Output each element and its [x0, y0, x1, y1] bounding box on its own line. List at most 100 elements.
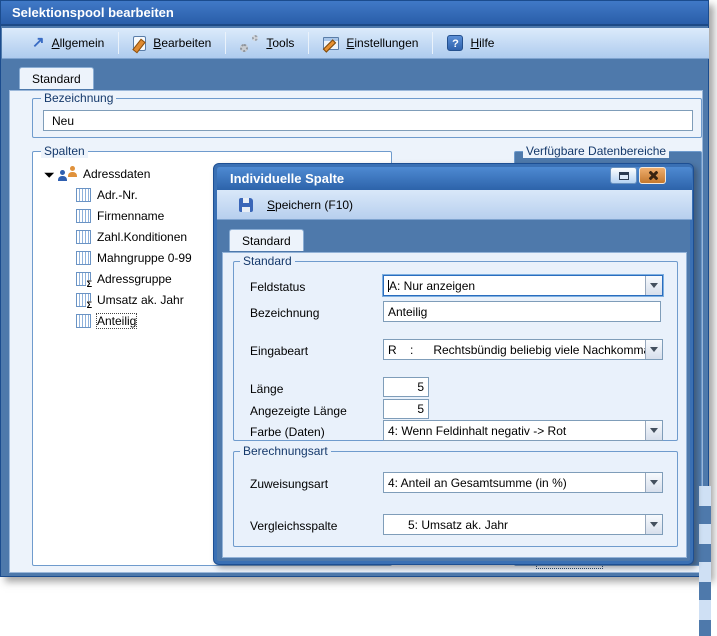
- triangle-expanded-icon[interactable]: [44, 168, 54, 178]
- zuweisungsart-combobox[interactable]: 4: Anteil an Gesamtsumme (in %): [383, 472, 663, 493]
- angezeigte-laenge-label: Angezeigte Länge: [250, 404, 347, 418]
- chevron-down-icon[interactable]: [645, 340, 662, 359]
- table-column-icon: [76, 314, 91, 328]
- table-column-icon: [76, 188, 91, 202]
- chevron-down-icon[interactable]: [645, 473, 662, 492]
- bezeichnung-field-value: Anteilig: [384, 305, 660, 319]
- chevron-down-icon[interactable]: [645, 515, 662, 534]
- tree-item-label: Adr.-Nr.: [97, 188, 138, 202]
- toolbar-separator: [432, 32, 433, 54]
- tree-item-label: Zahl.Konditionen: [97, 230, 187, 244]
- tree-item-label: Adressdaten: [83, 167, 150, 181]
- vergleichsspalte-label: Vergleichsspalte: [250, 519, 337, 533]
- tree-item-umsatz[interactable]: Umsatz ak. Jahr: [76, 290, 184, 309]
- save-button[interactable]: Speichern (F10): [233, 196, 359, 214]
- farbe-value: 4: Wenn Feldinhalt negativ -> Rot: [384, 424, 645, 438]
- scrollbar-partial[interactable]: [699, 486, 711, 636]
- main-toolbar: ↗ Allgemein Bearbeiten Tools Einstellung…: [2, 28, 709, 59]
- bezeichnung-field[interactable]: Anteilig: [383, 301, 661, 322]
- tab-standard-dialog[interactable]: Standard: [229, 229, 304, 251]
- question-mark-icon: ?: [447, 35, 463, 51]
- tree-item-mahngruppe[interactable]: Mahngruppe 0-99: [76, 248, 192, 267]
- group-bezeichnung-label: Bezeichnung: [41, 91, 116, 105]
- chevron-down-icon[interactable]: [645, 421, 662, 440]
- feldstatus-label: Feldstatus: [250, 280, 305, 294]
- tree-item-label: Umsatz ak. Jahr: [97, 293, 184, 307]
- label-rest: llgemein: [60, 36, 105, 50]
- bezeichnung-value: Neu: [48, 114, 688, 128]
- menu-hilfe[interactable]: ? Hilfe: [435, 32, 506, 54]
- menu-bearbeiten[interactable]: Bearbeiten: [121, 33, 223, 54]
- bezeichnung-input[interactable]: Neu: [43, 110, 693, 131]
- table-column-sum-icon: [76, 293, 91, 307]
- menu-tools[interactable]: Tools: [228, 32, 306, 55]
- dialog-individuelle-spalte: Individuelle Spalte Speichern (F10) Stan…: [213, 163, 694, 565]
- menu-einstellungen-label: Einstellungen: [346, 36, 418, 50]
- toolbar-separator: [118, 32, 119, 54]
- restore-window-icon[interactable]: [610, 167, 637, 184]
- menu-allgemein[interactable]: ↗ Allgemein: [20, 33, 116, 53]
- tree-item-zahl-konditionen[interactable]: Zahl.Konditionen: [76, 227, 187, 246]
- menu-bearbeiten-label: Bearbeiten: [153, 36, 211, 50]
- table-column-sum-icon: [76, 272, 91, 286]
- group-standard-label: Standard: [240, 254, 295, 268]
- label-rest: earbeiten: [161, 36, 211, 50]
- people-icon: [58, 166, 77, 181]
- group-bezeichnung: Bezeichnung Neu: [32, 98, 702, 138]
- mnemonic: A: [52, 36, 60, 50]
- eingabeart-combobox[interactable]: R : Rechtsbündig beliebig viele Nachkomm…: [383, 339, 663, 360]
- menu-tools-label: Tools: [266, 36, 294, 50]
- eingabeart-value: R : Rechtsbündig beliebig viele Nachkomm…: [384, 343, 645, 357]
- main-titlebar[interactable]: Selektionspool bearbeiten: [1, 1, 708, 26]
- tree-item-anteilig[interactable]: Anteilig: [76, 311, 136, 330]
- table-column-icon: [76, 209, 91, 223]
- tree-item-adressgruppe[interactable]: Adressgruppe: [76, 269, 172, 288]
- menu-allgemein-label: Allgemein: [52, 36, 105, 50]
- vergleichsspalte-value: 5: Umsatz ak. Jahr: [384, 518, 645, 532]
- group-standard: Standard Feldstatus A: Nur anzeigen Beze…: [233, 261, 678, 441]
- table-column-icon: [76, 230, 91, 244]
- tree-item-adressdaten[interactable]: Adressdaten: [45, 164, 150, 183]
- farbe-label: Farbe (Daten): [250, 425, 325, 439]
- tree-item-firmenname[interactable]: Firmenname: [76, 206, 164, 225]
- tree-item-label-selected: Anteilig: [97, 314, 136, 328]
- angezeigte-laenge-value: 5: [384, 402, 428, 416]
- vergleichsspalte-combobox[interactable]: 5: Umsatz ak. Jahr: [383, 514, 663, 535]
- dialog-toolbar: Speichern (F10): [217, 190, 692, 220]
- floppy-disk-icon: [239, 198, 253, 212]
- arrow-up-right-icon: ↗: [32, 36, 45, 50]
- mnemonic: H: [470, 36, 479, 50]
- laenge-field[interactable]: 5: [383, 377, 429, 397]
- label-rest: ilfe: [479, 36, 494, 50]
- bezeichnung-field-label: Bezeichnung: [250, 306, 319, 320]
- restore-glyph: [619, 172, 629, 180]
- group-berechnungsart-label: Berechnungsart: [240, 444, 331, 458]
- table-column-icon: [76, 251, 91, 265]
- close-glyph: [647, 170, 658, 181]
- group-datenbereiche-label: Verfügbare Datenbereiche: [523, 144, 669, 158]
- farbe-combobox[interactable]: 4: Wenn Feldinhalt negativ -> Rot: [383, 420, 663, 441]
- close-icon[interactable]: [639, 167, 666, 184]
- laenge-value: 5: [384, 380, 428, 394]
- gears-icon: [240, 35, 259, 52]
- feldstatus-combobox[interactable]: A: Nur anzeigen: [383, 275, 663, 296]
- laenge-label: Länge: [250, 382, 283, 396]
- angezeigte-laenge-field[interactable]: 5: [383, 399, 429, 419]
- menu-einstellungen[interactable]: Einstellungen: [311, 33, 430, 53]
- feldstatus-text: A: Nur anzeigen: [389, 279, 475, 293]
- tree-item-adr-nr[interactable]: Adr.-Nr.: [76, 185, 138, 204]
- eingabeart-label: Eingabeart: [250, 344, 308, 358]
- label-rest: instellungen: [354, 36, 418, 50]
- zuweisungsart-value: 4: Anteil an Gesamtsumme (in %): [384, 476, 645, 490]
- chevron-down-icon[interactable]: [645, 276, 662, 295]
- toolbar-separator: [225, 32, 226, 54]
- document-hammer-icon: [133, 36, 146, 51]
- mnemonic: S: [267, 198, 275, 212]
- window-pencil-icon: [323, 37, 339, 50]
- zuweisungsart-label: Zuweisungsart: [250, 477, 328, 491]
- tab-standard-main[interactable]: Standard: [19, 67, 94, 89]
- tree-item-label: Mahngruppe 0-99: [97, 251, 192, 265]
- dialog-tab-page: Standard Feldstatus A: Nur anzeigen Beze…: [222, 252, 687, 558]
- dialog-title: Individuelle Spalte: [230, 171, 344, 186]
- toolbar-separator: [308, 32, 309, 54]
